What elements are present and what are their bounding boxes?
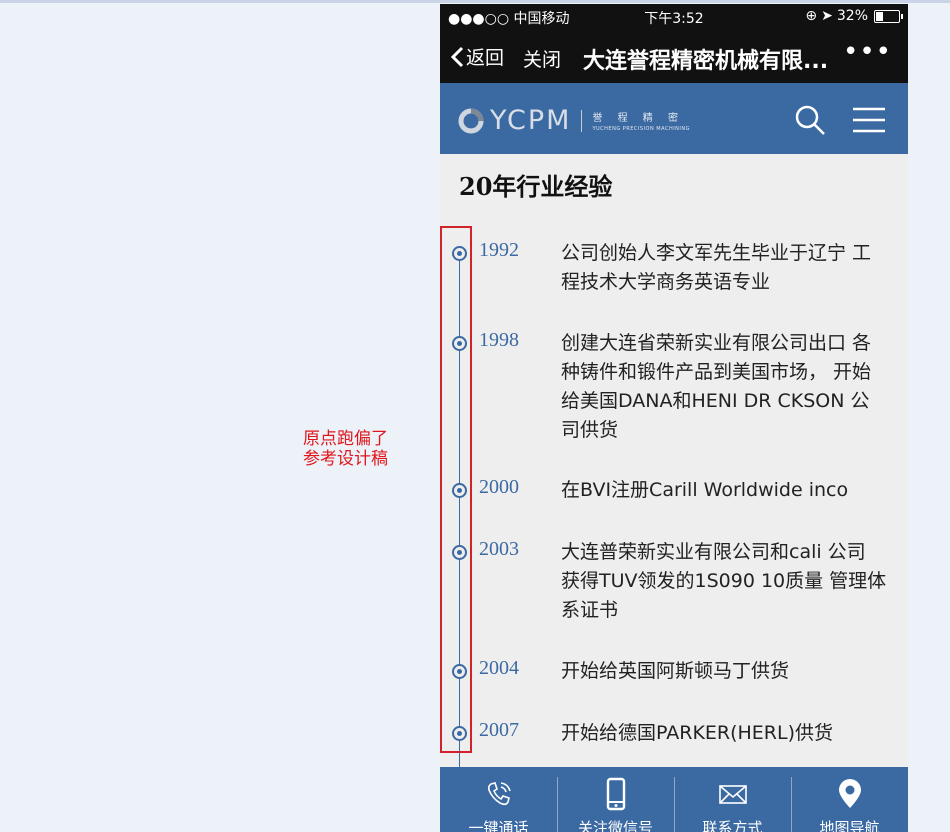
timeline-description-line: 创建大连省荣新实业有限公司出口 各 [561,332,872,354]
logo-subtitle: 誉 程 精 密 YUCHENG PRECISION MACHINING [592,109,690,132]
page-title: 大连誉程精密机械有限... [583,49,829,74]
timeline-description-line: 开始给德国PARKER(HERL)供货 [561,722,834,744]
bottom-bar-label: 关注微信号 [577,819,653,832]
timeline-year: 1992 [479,239,519,261]
back-button[interactable]: 返回 [450,43,504,70]
logo-sub-cn: 誉 程 精 密 [592,113,684,124]
review-annotation: 原点跑偏了 参考设计稿 [303,429,413,469]
battery-percent: 32% [836,8,868,24]
battery-fill [876,11,884,21]
annotation-line-1: 原点跑偏了 [303,429,388,449]
status-bar: ●●●○○ 中国移动 下午3:52 ⊕ ➤ 32% [440,4,908,31]
timeline-description: 开始给德国PARKER(HERL)供货 [561,719,891,748]
map-pin-icon [833,777,867,811]
timeline-description-line: 获得TUV领发的1S090 10质量 管理体 [561,570,887,592]
timeline-description-line: 大连普荣新实业有限公司和cali 公司 [561,541,866,563]
timeline-description-line: 种铸件和锻件产品到美国市场， 开始 [561,361,872,383]
bottom-bar-label: 联系方式 [702,819,763,832]
wechat-navbar: 返回 关闭 大连誉程精密机械有限... ••• [440,31,908,83]
timeline-year: 2000 [479,476,519,498]
timeline-year: 2007 [479,719,519,741]
timeline-description-line: 给美国DANA和HENI DR CKSON 公 [561,390,870,412]
phone-icon [482,777,516,811]
chevron-left-icon [450,46,464,67]
timeline-description-line: 在BVI注册Carill Worldwide inco [561,479,849,501]
annotation-highlight-box [440,226,472,753]
search-icon[interactable] [794,104,826,136]
timeline-year: 2004 [479,657,519,679]
timeline-description: 大连普荣新实业有限公司和cali 公司 获得TUV领发的1S090 10质量 管理… [561,538,891,625]
back-label: 返回 [466,47,505,69]
logo-divider [581,109,583,132]
logo-sub-en: YUCHENG PRECISION MACHINING [592,126,691,132]
more-button[interactable]: ••• [843,37,892,67]
battery-icon [874,9,903,23]
annotation-line-2: 参考设计稿 [303,449,388,469]
bottom-bar-item[interactable]: 一键通话 [440,767,557,832]
lock-rotation-icon: ⊕ [805,8,818,24]
timeline-year: 1998 [479,329,519,351]
location-icon: ➤ [821,8,833,24]
top-border-line [0,0,950,3]
bottom-bar-item[interactable]: 联系方式 [674,767,791,832]
menu-icon[interactable] [852,106,886,134]
timeline-description: 公司创始人李文军先生毕业于辽宁 工程技术大学商务英语专业 [561,239,891,297]
mail-icon [716,777,750,811]
mobile-icon [599,777,633,811]
timeline-description-line: 程技术大学商务英语专业 [561,271,771,293]
logo-mark-icon [458,108,484,133]
bottom-bar-label: 地图导航 [819,819,880,832]
logo-text: YCPM [490,105,572,136]
status-right: ⊕ ➤ 32% [805,8,903,24]
timeline-description: 在BVI注册Carill Worldwide inco [561,476,891,505]
bottom-bar-label: 一键通话 [468,819,529,832]
timeline-description-line: 开始给英国阿斯顿马丁供货 [561,660,790,682]
timeline-description-line: 系证书 [561,599,619,621]
timeline-year: 2003 [479,538,519,560]
timeline-description: 创建大连省荣新实业有限公司出口 各种铸件和锻件产品到美国市场， 开始 给美国DAN… [561,329,891,445]
phone-screen: ●●●○○ 中国移动 下午3:52 ⊕ ➤ 32% 返回 关闭 大连誉程精密机械… [440,4,908,832]
timeline-description-line: 司供货 [561,419,619,441]
bottom-action-bar: 一键通话 关注微信号 联系方式 地图导航 [440,767,908,832]
bottom-bar-item[interactable]: 关注微信号 [557,767,674,832]
logo[interactable]: YCPM 誉 程 精 密 YUCHENG PRECISION MACHINING [458,105,690,136]
site-header: YCPM 誉 程 精 密 YUCHENG PRECISION MACHINING [440,83,908,154]
close-button[interactable]: 关闭 [523,45,561,72]
bottom-bar-item[interactable]: 地图导航 [791,767,908,832]
section-title: 20年行业经验 [459,172,613,201]
timeline-description: 开始给英国阿斯顿马丁供货 [561,657,891,686]
timeline-description-line: 公司创始人李文军先生毕业于辽宁 工 [561,242,872,264]
